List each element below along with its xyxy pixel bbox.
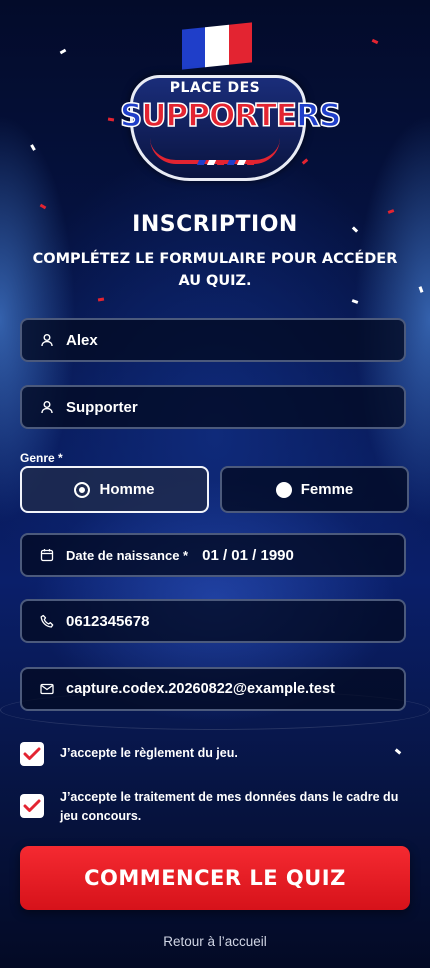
start-quiz-button[interactable]: COMMENCER LE QUIZ — [20, 846, 410, 910]
data-consent-text: J’accepte le traitement de mes données d… — [60, 790, 399, 823]
email-field[interactable]: capture.codex.20260822@example.test — [20, 667, 406, 711]
back-home-link[interactable]: Retour à l’accueil — [0, 934, 430, 949]
brand-logo: PLACE DES SUPPORTERS — [119, 20, 342, 185]
logo-top-text: PLACE DES — [169, 80, 261, 96]
phone-icon — [38, 612, 56, 630]
email-value: capture.codex.20260822@example.test — [66, 681, 335, 697]
phone-value: 0612345678 — [66, 612, 150, 630]
last-name-field[interactable]: Supporter — [20, 385, 406, 429]
calendar-icon — [38, 546, 56, 564]
first-name-field[interactable]: Alex — [20, 318, 406, 362]
gender-option-label: Homme — [99, 481, 155, 498]
logo-stripes — [196, 160, 257, 165]
radio-unselected-icon — [275, 481, 292, 498]
logo-main-text: SUPPORTERS — [119, 97, 342, 135]
gender-option-label: Femme — [300, 481, 354, 498]
page-title: INSCRIPTION — [132, 212, 298, 237]
gender-option-femme[interactable]: Femme — [220, 466, 409, 513]
birthdate-value: 01 / 01 / 1990 — [202, 546, 294, 564]
data-consent-checkbox[interactable] — [20, 794, 44, 818]
france-flag-icon — [182, 22, 252, 70]
gender-option-homme[interactable]: Homme — [20, 466, 209, 513]
radio-selected-icon — [74, 481, 91, 498]
rules-checkbox[interactable] — [20, 742, 44, 766]
checkmark-icon — [23, 799, 41, 812]
first-name-value: Alex — [66, 331, 98, 349]
rules-consent-text: J’accepte le règlement du jeu. — [60, 746, 238, 760]
phone-field[interactable]: 0612345678 — [20, 599, 406, 643]
birthdate-field[interactable]: Date de naissance * 01 / 01 / 1990 — [20, 533, 406, 577]
gender-label: Genre * — [20, 451, 63, 465]
user-icon — [38, 331, 56, 349]
page-subtitle: COMPLÉTEZ LE FORMULAIRE POUR ACCÉDER AU … — [32, 251, 398, 289]
birthdate-label: Date de naissance * — [66, 547, 189, 563]
checkmark-icon — [23, 747, 41, 760]
user-icon — [38, 398, 56, 416]
last-name-value: Supporter — [66, 398, 138, 416]
mail-icon — [38, 680, 56, 698]
